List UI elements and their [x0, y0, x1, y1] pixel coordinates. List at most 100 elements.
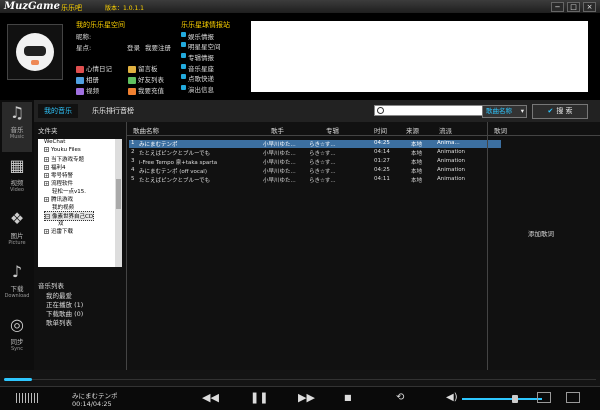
- table-row[interactable]: 5 たとえばピンクとブルーでも 小早川ゆた... らき☆す... 04:11 本…: [129, 176, 501, 184]
- volume-slider[interactable]: [462, 398, 542, 400]
- progress-handle[interactable]: [4, 378, 32, 381]
- search-button[interactable]: ✔ 搜 索: [532, 104, 588, 119]
- mini-mode-icon[interactable]: [537, 392, 551, 403]
- photo-icon: [76, 76, 84, 84]
- tab-my-music[interactable]: 我的音乐: [38, 104, 78, 118]
- next-icon[interactable]: ▶▶: [298, 392, 315, 404]
- app-logo: MuzGame: [4, 1, 60, 12]
- folder-tree[interactable]: WeChat + Youku Files + 当下游戏专题 + 福利4 + 零号特警 +…: [38, 139, 122, 267]
- col-source[interactable]: 来源: [406, 125, 419, 135]
- expand-icon[interactable]: +: [44, 197, 49, 202]
- scroll-thumb[interactable]: [116, 179, 121, 209]
- picture-icon: ❖: [9, 209, 25, 228]
- table-row[interactable]: 2 たとえばピンクとブルーでも 小早川ゆた... らき☆す... 04:14 本…: [129, 149, 501, 157]
- minimize-button[interactable]: −: [551, 2, 564, 12]
- equalizer-icon: [16, 393, 38, 403]
- close-button[interactable]: ×: [583, 2, 596, 12]
- tree-item[interactable]: + Youku Files: [44, 147, 81, 153]
- col-album[interactable]: 专辑: [326, 125, 339, 135]
- video-icon: [76, 87, 84, 95]
- diary-link[interactable]: 心情日记: [76, 63, 112, 73]
- note-icon: [128, 65, 136, 73]
- expand-icon[interactable]: +: [44, 229, 49, 234]
- player-bar: みにまむテンポ 00:14/04:25 ◀◀ ❚❚ ▶▶ ■ ⟲ ◀): [0, 386, 600, 410]
- profile-panel: 我的乐乐星空间 昵称: 星点: 登录 我要注册 心情日记 留言板 相册 好友列表…: [0, 14, 600, 100]
- guestbook-link[interactable]: 留言板: [128, 63, 158, 73]
- expand-icon[interactable]: −: [45, 214, 50, 219]
- star-item-shows[interactable]: 演出信息: [181, 84, 214, 94]
- register-link[interactable]: 我要注册: [145, 42, 171, 52]
- tree-item[interactable]: 我的视频: [52, 203, 74, 211]
- col-singer[interactable]: 歌手: [271, 125, 284, 135]
- sidebar-item-sync[interactable]: ◎ 同步 Sync: [2, 314, 32, 364]
- playlist-list[interactable]: 歌单列表: [46, 317, 72, 327]
- album-link[interactable]: 相册: [76, 74, 99, 84]
- tree-item[interactable]: + 当下游戏专题: [44, 155, 84, 163]
- space-title: 我的乐乐星空间: [76, 21, 125, 29]
- col-time[interactable]: 时间: [374, 125, 387, 135]
- tree-item[interactable]: 双: [58, 219, 64, 227]
- star-item-celebrity[interactable]: 明星星空间: [181, 41, 221, 51]
- progress-track[interactable]: [32, 379, 596, 380]
- sidebar-item-picture[interactable]: ❖ 图片 Picture: [2, 208, 32, 258]
- add-lyrics-link[interactable]: 添加歌词: [528, 228, 554, 238]
- tree-item[interactable]: 轻松一点v15.: [52, 187, 86, 195]
- tree-item[interactable]: WeChat: [44, 139, 65, 145]
- tree-item[interactable]: + 零号特警: [44, 171, 73, 179]
- coin-icon: [128, 87, 136, 95]
- maximize-button[interactable]: □: [567, 2, 580, 12]
- tree-scrollbar[interactable]: [115, 139, 122, 267]
- title-bar: MuzGame 乐乐吧 版本：1.0.1.1 − □ ×: [0, 0, 600, 14]
- table-row[interactable]: 3 i-Free Tempo 泉+taka sparta 小早川ゆた... らき…: [129, 158, 501, 166]
- video-link[interactable]: 视频: [76, 85, 99, 95]
- check-icon: ✔: [547, 107, 554, 115]
- tree-item[interactable]: + 腾讯游戏: [44, 195, 73, 203]
- expand-icon[interactable]: +: [44, 165, 49, 170]
- search-field-select[interactable]: 歌曲名称 ▾: [482, 105, 527, 118]
- tab-chart[interactable]: 乐乐排行音榜: [86, 104, 140, 118]
- sidebar: ♫ 音乐 Music ▦ 视频 Video ❖ 图片 Picture ♪ 下载 …: [0, 100, 34, 370]
- banner-area: [251, 21, 588, 92]
- expand-icon[interactable]: +: [44, 157, 49, 162]
- music-note-icon: ♫: [9, 103, 25, 122]
- sidebar-item-video[interactable]: ▦ 视频 Video: [2, 155, 32, 205]
- login-link[interactable]: 登录: [127, 42, 140, 52]
- avatar[interactable]: [7, 24, 63, 80]
- expand-icon[interactable]: +: [44, 147, 49, 152]
- expand-icon[interactable]: +: [44, 181, 49, 186]
- star-item-request[interactable]: 点歌快递: [181, 73, 214, 83]
- previous-icon[interactable]: ◀◀: [202, 392, 219, 404]
- now-playing-title: みにまむテンポ: [72, 392, 118, 400]
- table-row[interactable]: 4 みにまむテンポ (off vocal) 小早川ゆた... らき☆す... 0…: [129, 167, 501, 175]
- app-logo-cn: 乐乐吧: [61, 4, 82, 12]
- tree-item[interactable]: + 迅雷下载: [44, 227, 73, 235]
- sidebar-item-download[interactable]: ♪ 下载 Download: [2, 261, 32, 311]
- expand-icon[interactable]: +: [44, 173, 49, 178]
- table-row[interactable]: 1 みにまむテンポ 小早川ゆた... らき☆す... 04:25 本地 Anim…: [129, 140, 501, 148]
- fullscreen-icon[interactable]: [566, 392, 580, 403]
- pause-icon[interactable]: ❚❚: [250, 392, 268, 404]
- stop-icon[interactable]: ■: [344, 392, 352, 404]
- now-playing-time: 00:14/04:25: [72, 400, 112, 408]
- progress-bar[interactable]: [0, 370, 600, 386]
- star-item-album[interactable]: 专辑情报: [181, 52, 214, 62]
- recharge-link[interactable]: 我要充值: [128, 85, 164, 95]
- col-genre[interactable]: 流派: [439, 125, 452, 135]
- sidebar-item-music[interactable]: ♫ 音乐 Music: [2, 102, 32, 152]
- window-controls: − □ ×: [551, 2, 596, 12]
- film-icon: ▦: [9, 156, 25, 175]
- volume-icon[interactable]: ◀): [446, 392, 458, 404]
- friends-link[interactable]: 好友列表: [128, 74, 164, 84]
- star-item-horoscope[interactable]: 音乐星座: [181, 63, 214, 73]
- col-song-name[interactable]: 歌曲名称: [133, 125, 159, 135]
- version-label: 版本：1.0.1.1: [105, 5, 144, 12]
- sync-icon: ◎: [10, 315, 24, 334]
- tree-item[interactable]: + 流程软件: [44, 179, 73, 187]
- nickname-label: 昵称:: [76, 33, 92, 41]
- repeat-icon[interactable]: ⟲: [396, 392, 404, 404]
- tree-item-selected[interactable]: − 像素世界自己CD: [44, 211, 95, 221]
- main-panel: 我的音乐 乐乐排行音榜 歌曲名称 ▾ ✔ 搜 索 文件夹 WeChat + Youku…: [34, 100, 600, 370]
- tree-item[interactable]: + 福利4: [44, 163, 66, 171]
- volume-handle[interactable]: [512, 395, 518, 403]
- star-item-entertainment[interactable]: 娱乐情报: [181, 31, 214, 41]
